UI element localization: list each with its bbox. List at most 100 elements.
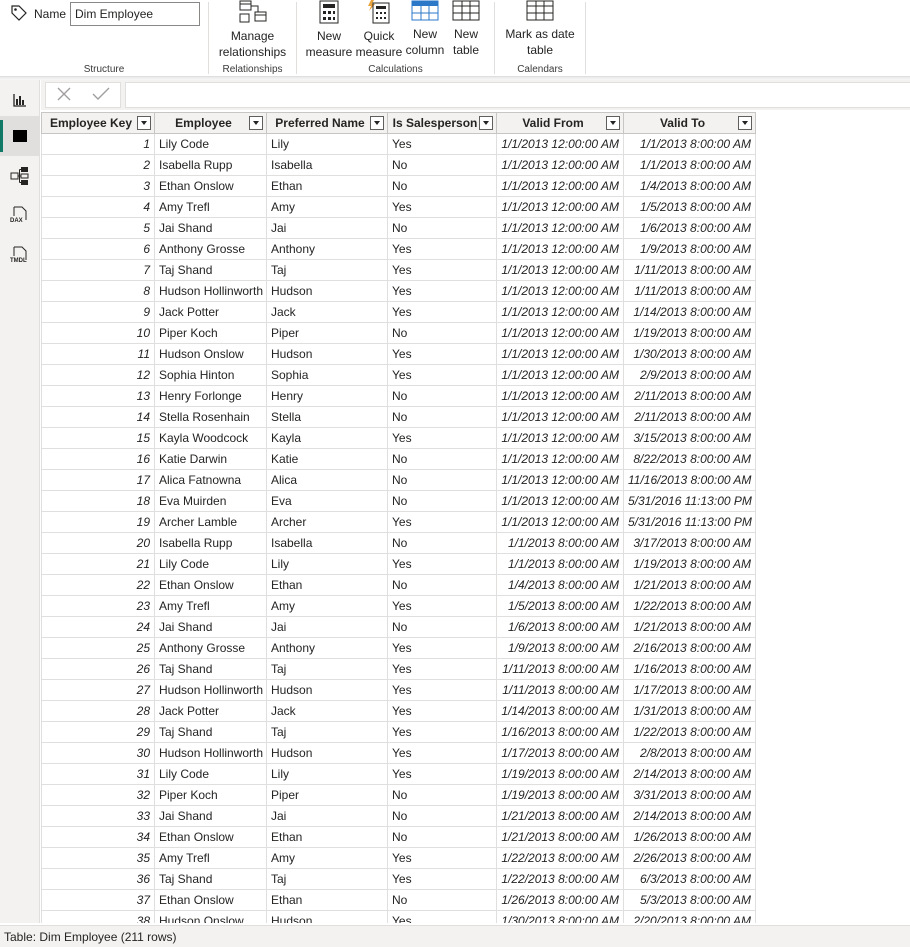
table-row[interactable]: 16 Katie Darwin Katie No 1/1/2013 12:00:00 A… bbox=[41, 448, 756, 470]
cell-employee[interactable]: Eva Muirden bbox=[154, 490, 267, 512]
cell-valid-from[interactable]: 1/4/2013 8:00:00 AM bbox=[496, 574, 624, 596]
cell-employee-key[interactable]: 3 bbox=[41, 175, 155, 197]
cell-is-salesperson[interactable]: Yes bbox=[387, 595, 497, 617]
table-name-input[interactable] bbox=[70, 2, 201, 26]
cell-employee[interactable]: Amy Trefl bbox=[154, 847, 267, 869]
cell-is-salesperson[interactable]: No bbox=[387, 490, 497, 512]
cell-employee[interactable]: Taj Shand bbox=[154, 658, 267, 680]
cell-valid-from[interactable]: 1/11/2013 8:00:00 AM bbox=[496, 679, 624, 701]
cell-is-salesperson[interactable]: No bbox=[387, 532, 497, 554]
cell-valid-to[interactable]: 11/16/2013 8:00:00 AM bbox=[623, 469, 756, 491]
cell-valid-to[interactable]: 1/17/2013 8:00:00 AM bbox=[623, 679, 756, 701]
cell-valid-from[interactable]: 1/5/2013 8:00:00 AM bbox=[496, 595, 624, 617]
cell-is-salesperson[interactable]: No bbox=[387, 826, 497, 848]
cell-preferred-name[interactable]: Piper bbox=[266, 784, 388, 806]
cell-valid-from[interactable]: 1/1/2013 12:00:00 AM bbox=[496, 196, 624, 218]
cell-valid-to[interactable]: 3/31/2013 8:00:00 AM bbox=[623, 784, 756, 806]
cell-preferred-name[interactable]: Anthony bbox=[266, 637, 388, 659]
filter-dropdown-icon[interactable] bbox=[738, 116, 752, 130]
cell-employee[interactable]: Katie Darwin bbox=[154, 448, 267, 470]
cell-employee[interactable]: Isabella Rupp bbox=[154, 154, 267, 176]
cell-employee[interactable]: Sophia Hinton bbox=[154, 364, 267, 386]
mark-as-date-table-button[interactable]: Mark as date table bbox=[495, 0, 585, 58]
table-row[interactable]: 17 Alica Fatnowna Alica No 1/1/2013 12:00:00… bbox=[41, 469, 756, 491]
table-row[interactable]: 26 Taj Shand Taj Yes 1/11/2013 8:00:00 AM 1/1… bbox=[41, 658, 756, 680]
cell-employee-key[interactable]: 35 bbox=[41, 847, 155, 869]
table-row[interactable]: 23 Amy Trefl Amy Yes 1/5/2013 8:00:00 AM 1/22… bbox=[41, 595, 756, 617]
cell-preferred-name[interactable]: Taj bbox=[266, 259, 388, 281]
table-row[interactable]: 12 Sophia Hinton Sophia Yes 1/1/2013 12:00:0… bbox=[41, 364, 756, 386]
formula-input[interactable] bbox=[125, 82, 910, 108]
cancel-icon[interactable] bbox=[55, 85, 73, 106]
table-row[interactable]: 30 Hudson Hollinworth Hudson Yes 1/17/2013 8… bbox=[41, 742, 756, 764]
table-row[interactable]: 2 Isabella Rupp Isabella No 1/1/2013 12:00:0… bbox=[41, 154, 756, 176]
cell-valid-from[interactable]: 1/1/2013 12:00:00 AM bbox=[496, 238, 624, 260]
cell-valid-to[interactable]: 2/14/2013 8:00:00 AM bbox=[623, 805, 756, 827]
cell-valid-to[interactable]: 1/19/2013 8:00:00 AM bbox=[623, 553, 756, 575]
cell-preferred-name[interactable]: Hudson bbox=[266, 343, 388, 365]
column-header-valid-from[interactable]: Valid From bbox=[496, 112, 624, 134]
table-row[interactable]: 18 Eva Muirden Eva No 1/1/2013 12:00:00 AM 5/… bbox=[41, 490, 756, 512]
cell-preferred-name[interactable]: Hudson bbox=[266, 679, 388, 701]
cell-employee[interactable]: Henry Forlonge bbox=[154, 385, 267, 407]
table-row[interactable]: 13 Henry Forlonge Henry No 1/1/2013 12:00:00… bbox=[41, 385, 756, 407]
table-row[interactable]: 8 Hudson Hollinworth Hudson Yes 1/1/2013 12:… bbox=[41, 280, 756, 302]
cell-valid-to[interactable]: 5/3/2013 8:00:00 AM bbox=[623, 889, 756, 911]
cell-preferred-name[interactable]: Henry bbox=[266, 385, 388, 407]
cell-is-salesperson[interactable]: No bbox=[387, 217, 497, 239]
cell-valid-to[interactable]: 5/31/2016 11:13:00 PM bbox=[623, 490, 756, 512]
cell-preferred-name[interactable]: Jack bbox=[266, 700, 388, 722]
cell-is-salesperson[interactable]: Yes bbox=[387, 868, 497, 890]
cell-employee[interactable]: Hudson Onslow bbox=[154, 343, 267, 365]
cell-employee[interactable]: Ethan Onslow bbox=[154, 175, 267, 197]
cell-preferred-name[interactable]: Hudson bbox=[266, 910, 388, 923]
cell-employee[interactable]: Hudson Hollinworth bbox=[154, 679, 267, 701]
cell-employee[interactable]: Taj Shand bbox=[154, 259, 267, 281]
cell-employee-key[interactable]: 19 bbox=[41, 511, 155, 533]
cell-employee-key[interactable]: 26 bbox=[41, 658, 155, 680]
cell-is-salesperson[interactable]: Yes bbox=[387, 427, 497, 449]
cell-valid-from[interactable]: 1/1/2013 8:00:00 AM bbox=[496, 553, 624, 575]
cell-valid-from[interactable]: 1/21/2013 8:00:00 AM bbox=[496, 826, 624, 848]
cell-employee[interactable]: Hudson Onslow bbox=[154, 910, 267, 923]
cell-employee[interactable]: Taj Shand bbox=[154, 868, 267, 890]
cell-is-salesperson[interactable]: Yes bbox=[387, 343, 497, 365]
cell-employee-key[interactable]: 34 bbox=[41, 826, 155, 848]
cell-is-salesperson[interactable]: No bbox=[387, 784, 497, 806]
cell-is-salesperson[interactable]: Yes bbox=[387, 511, 497, 533]
cell-valid-to[interactable]: 1/22/2013 8:00:00 AM bbox=[623, 595, 756, 617]
cell-preferred-name[interactable]: Taj bbox=[266, 658, 388, 680]
cell-valid-from[interactable]: 1/19/2013 8:00:00 AM bbox=[496, 763, 624, 785]
cell-employee-key[interactable]: 23 bbox=[41, 595, 155, 617]
cell-valid-to[interactable]: 1/16/2013 8:00:00 AM bbox=[623, 658, 756, 680]
cell-employee-key[interactable]: 12 bbox=[41, 364, 155, 386]
cell-valid-to[interactable]: 2/26/2013 8:00:00 AM bbox=[623, 847, 756, 869]
table-row[interactable]: 21 Lily Code Lily Yes 1/1/2013 8:00:00 AM 1/1… bbox=[41, 553, 756, 575]
commit-check-icon[interactable] bbox=[91, 85, 111, 106]
cell-employee[interactable]: Jai Shand bbox=[154, 616, 267, 638]
cell-employee-key[interactable]: 18 bbox=[41, 490, 155, 512]
cell-valid-to[interactable]: 1/1/2013 8:00:00 AM bbox=[623, 133, 756, 155]
cell-employee-key[interactable]: 37 bbox=[41, 889, 155, 911]
cell-employee-key[interactable]: 5 bbox=[41, 217, 155, 239]
cell-is-salesperson[interactable]: Yes bbox=[387, 658, 497, 680]
cell-valid-to[interactable]: 1/30/2013 8:00:00 AM bbox=[623, 343, 756, 365]
table-row[interactable]: 11 Hudson Onslow Hudson Yes 1/1/2013 12:00:0… bbox=[41, 343, 756, 365]
cell-valid-to[interactable]: 1/4/2013 8:00:00 AM bbox=[623, 175, 756, 197]
cell-employee[interactable]: Alica Fatnowna bbox=[154, 469, 267, 491]
cell-preferred-name[interactable]: Stella bbox=[266, 406, 388, 428]
cell-preferred-name[interactable]: Ethan bbox=[266, 826, 388, 848]
column-header-employee-key[interactable]: Employee Key bbox=[41, 112, 155, 134]
cell-employee[interactable]: Isabella Rupp bbox=[154, 532, 267, 554]
cell-valid-to[interactable]: 2/11/2013 8:00:00 AM bbox=[623, 406, 756, 428]
cell-is-salesperson[interactable]: No bbox=[387, 406, 497, 428]
cell-valid-from[interactable]: 1/1/2013 12:00:00 AM bbox=[496, 280, 624, 302]
table-row[interactable]: 32 Piper Koch Piper No 1/19/2013 8:00:00 AM 3… bbox=[41, 784, 756, 806]
cell-is-salesperson[interactable]: Yes bbox=[387, 364, 497, 386]
cell-employee-key[interactable]: 24 bbox=[41, 616, 155, 638]
cell-valid-to[interactable]: 2/11/2013 8:00:00 AM bbox=[623, 385, 756, 407]
cell-valid-to[interactable]: 2/20/2013 8:00:00 AM bbox=[623, 910, 756, 923]
cell-valid-from[interactable]: 1/14/2013 8:00:00 AM bbox=[496, 700, 624, 722]
cell-valid-to[interactable]: 1/31/2013 8:00:00 AM bbox=[623, 700, 756, 722]
cell-employee-key[interactable]: 33 bbox=[41, 805, 155, 827]
